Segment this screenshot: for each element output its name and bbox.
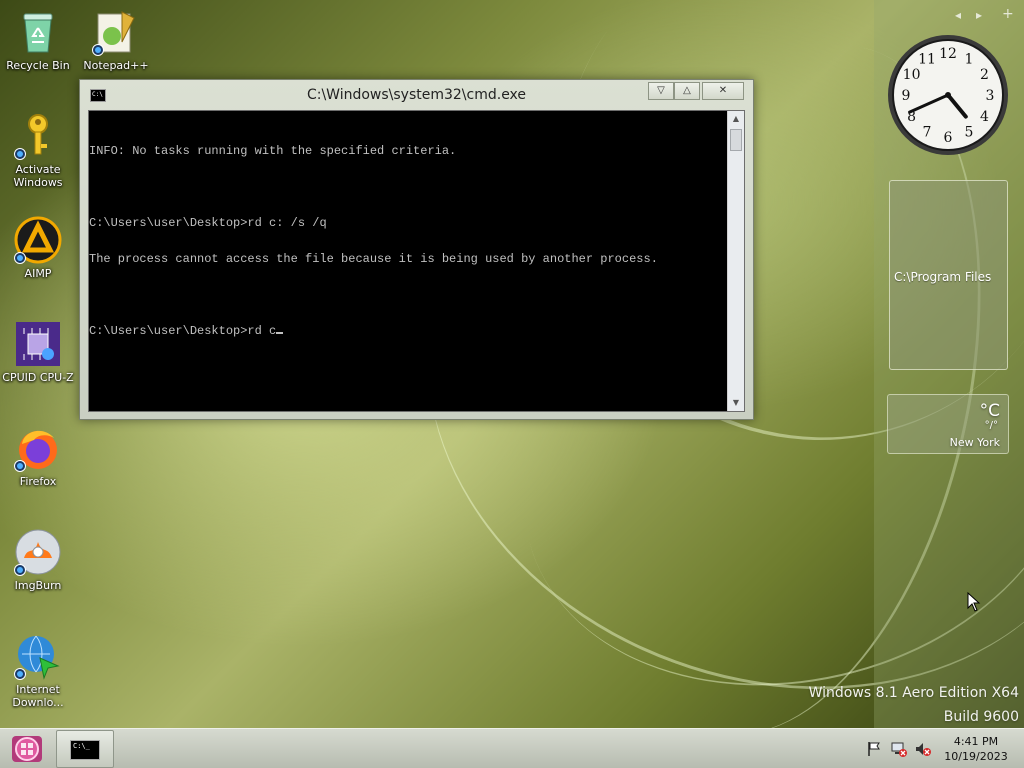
shortcut-arrow-icon: [14, 564, 26, 576]
scroll-thumb[interactable]: [730, 129, 742, 151]
clock-numeral: 11: [918, 52, 936, 68]
console-prompt-line[interactable]: C:\Users\user\Desktop>rd c: [89, 325, 729, 337]
desktop-icon-label: Activate Windows: [13, 163, 63, 189]
cmd-window[interactable]: C:\ C:\Windows\system32\cmd.exe ▽ △ ✕ IN…: [79, 79, 754, 420]
mouse-pointer-icon: [967, 592, 981, 612]
desktop-icon-recycle-bin[interactable]: Recycle Bin: [0, 8, 76, 72]
watermark-edition: Windows 8.1 Aero Edition X64: [808, 685, 1019, 701]
clock-face: 1234567891011 12: [888, 35, 1008, 155]
chevron-down-icon: ▽: [657, 85, 665, 96]
maximize-button[interactable]: △: [674, 82, 700, 100]
clock-numeral: 1: [965, 52, 974, 68]
firefox-icon: [14, 424, 62, 472]
clock-numeral: 7: [923, 124, 932, 140]
console-line: The process cannot access the file becau…: [89, 252, 658, 266]
taskbar: C:\_ 4:41 PM 10/19/2023: [0, 728, 1024, 768]
desktop-icon-label: AIMP: [24, 267, 52, 280]
gadget-next-icon[interactable]: ▸: [976, 8, 982, 22]
desktop-icon-aimp[interactable]: AIMP: [0, 216, 76, 280]
cmd-taskbar-icon: C:\_: [70, 740, 100, 760]
weather-temperature: °C: [979, 401, 1000, 421]
weather-city: New York: [949, 436, 1000, 449]
desktop-icon-label: Internet Downlo...: [12, 683, 64, 709]
shortcut-arrow-icon: [92, 44, 104, 56]
desktop-icon-firefox[interactable]: Firefox: [0, 424, 76, 488]
scroll-down-button[interactable]: ▼: [728, 395, 744, 411]
close-button[interactable]: ✕: [702, 82, 744, 100]
shortcut-arrow-icon: [14, 148, 26, 160]
internet-download-manager-icon: [14, 632, 62, 680]
watermark-build: Build 9600: [943, 709, 1019, 725]
weather-gadget[interactable]: °C °/° New York: [887, 394, 1009, 454]
shortcut-arrow-icon: [14, 668, 26, 680]
desktop-icon-label: ImgBurn: [14, 579, 62, 592]
desktop-icon-cpu-z[interactable]: CPUID CPU-Z: [0, 320, 76, 384]
clock-numeral: 10: [903, 67, 921, 83]
shortcut-arrow-icon: [14, 252, 26, 264]
recycle-bin-icon: [14, 8, 62, 56]
folder-gadget[interactable]: C:\Program Files: [889, 180, 1008, 370]
start-button[interactable]: [8, 732, 46, 766]
cmd-titlebar[interactable]: C:\ C:\Windows\system32\cmd.exe ▽ △ ✕: [80, 80, 753, 110]
start-orb-icon: [12, 736, 42, 762]
clock-date: 10/19/2023: [944, 750, 1008, 763]
desktop-icon-label: CPUID CPU-Z: [2, 371, 74, 384]
cpu-z-icon: [14, 320, 62, 368]
text-cursor: [276, 332, 284, 334]
scroll-up-icon: ▲: [732, 114, 740, 123]
clock-numeral: 3: [986, 88, 995, 104]
weather-range: °/°: [984, 420, 998, 431]
scroll-down-icon: ▼: [732, 398, 740, 407]
chevron-up-icon: △: [683, 85, 691, 96]
notepad-plus-plus-icon: [92, 8, 140, 56]
desktop-icon-activate-windows[interactable]: Activate Windows: [0, 112, 76, 189]
desktop-icon-label: Recycle Bin: [6, 59, 70, 72]
desktop-icon-label: Firefox: [19, 475, 57, 488]
desktop-icon-internet-download-manager[interactable]: Internet Downlo...: [0, 632, 76, 709]
clock-numeral: 12: [939, 46, 957, 62]
taskbar-cmd-button[interactable]: C:\_: [56, 730, 114, 768]
clock-gadget[interactable]: 1 2 3 4 5 6 7 8 9 10 11 12: [886, 33, 1010, 157]
gadget-prev-icon[interactable]: ◂: [955, 8, 961, 22]
aimp-icon: [14, 216, 62, 264]
vertical-scrollbar[interactable]: ▲ ▼: [727, 111, 744, 411]
minimize-button[interactable]: ▽: [648, 82, 674, 100]
speaker-muted-icon[interactable]: [915, 741, 931, 757]
clock-numeral: 6: [944, 130, 953, 146]
console-prompt: C:\Users\user\Desktop>rd c: [89, 324, 277, 338]
scroll-up-button[interactable]: ▲: [728, 111, 744, 127]
system-clock[interactable]: 4:41 PM 10/19/2023: [940, 734, 1012, 764]
network-disconnected-icon[interactable]: [891, 741, 907, 757]
desktop-icon-label: Notepad++: [83, 59, 149, 72]
console-line: INFO: No tasks running with the specifie…: [89, 144, 457, 158]
folder-path-label: C:\Program Files: [894, 270, 992, 284]
console-output[interactable]: INFO: No tasks running with the specifie…: [88, 110, 745, 412]
close-icon: ✕: [718, 85, 728, 96]
imgburn-icon: [14, 528, 62, 576]
desktop-icon-notepad-plus-plus[interactable]: Notepad++: [78, 8, 154, 72]
add-gadget-icon[interactable]: +: [1002, 6, 1014, 22]
console-text: INFO: No tasks running with the specifie…: [89, 121, 729, 361]
flag-icon[interactable]: [866, 741, 882, 757]
clock-numeral: 9: [902, 88, 911, 104]
clock-numeral: 2: [980, 67, 989, 83]
desktop-icon-imgburn[interactable]: ImgBurn: [0, 528, 76, 592]
clock-numeral: 4: [980, 109, 989, 125]
clock-numeral: 5: [965, 124, 974, 140]
clock-time: 4:41 PM: [953, 735, 999, 748]
console-line: C:\Users\user\Desktop>rd c: /s /q: [89, 216, 327, 230]
shortcut-arrow-icon: [14, 460, 26, 472]
key-icon: [14, 112, 62, 160]
